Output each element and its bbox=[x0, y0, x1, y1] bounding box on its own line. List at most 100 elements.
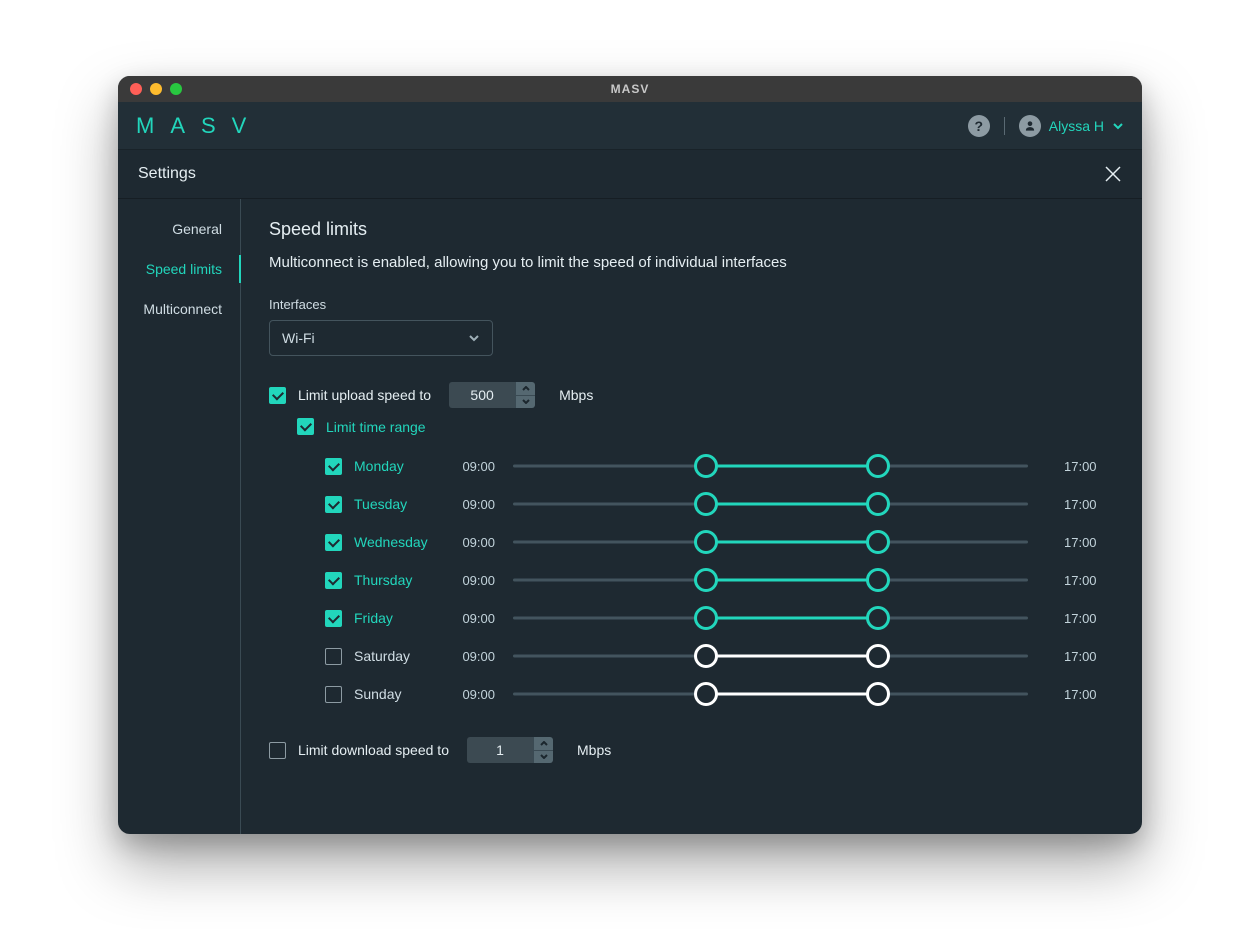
time-range-checkbox[interactable] bbox=[297, 418, 314, 435]
upload-limit-label: Limit upload speed to bbox=[298, 387, 431, 403]
pane-description: Multiconnect is enabled, allowing you to… bbox=[269, 254, 1114, 271]
slider-handle-end[interactable] bbox=[866, 644, 890, 668]
upload-speed-unit: Mbps bbox=[559, 387, 593, 403]
day-row-wednesday: Wednesday09:0017:00 bbox=[325, 523, 1114, 561]
day-start-time: 09:00 bbox=[445, 649, 495, 664]
upload-limit-row: Limit upload speed to Mbps bbox=[269, 382, 1114, 408]
settings-sidebar: GeneralSpeed limitsMulticonnect bbox=[118, 199, 241, 834]
sidebar-item-speed-limits[interactable]: Speed limits bbox=[118, 249, 240, 289]
day-time-slider[interactable] bbox=[513, 684, 1028, 704]
stepper-down-button[interactable] bbox=[515, 396, 535, 409]
slider-handle-start[interactable] bbox=[694, 606, 718, 630]
slider-handle-start[interactable] bbox=[694, 568, 718, 592]
slider-handle-end[interactable] bbox=[866, 568, 890, 592]
day-checkbox-monday[interactable] bbox=[325, 458, 342, 475]
pane-heading: Speed limits bbox=[269, 219, 1114, 240]
slider-handle-start[interactable] bbox=[694, 530, 718, 554]
settings-title: Settings bbox=[138, 165, 196, 183]
download-speed-unit: Mbps bbox=[577, 742, 611, 758]
fullscreen-window-button[interactable] bbox=[170, 83, 182, 95]
interfaces-label: Interfaces bbox=[269, 297, 1114, 312]
speed-limits-pane: Speed limits Multiconnect is enabled, al… bbox=[241, 199, 1142, 834]
divider bbox=[1004, 117, 1005, 135]
day-label: Saturday bbox=[354, 648, 410, 664]
day-start-time: 09:00 bbox=[445, 535, 495, 550]
day-toggle-sunday: Sunday bbox=[325, 686, 445, 703]
stepper-up-button[interactable] bbox=[515, 382, 535, 396]
minimize-window-button[interactable] bbox=[150, 83, 162, 95]
time-range-section: Limit time range Monday09:0017:00Tuesday… bbox=[269, 418, 1114, 713]
sidebar-item-general[interactable]: General bbox=[118, 209, 240, 249]
header-actions: ? Alyssa H bbox=[968, 115, 1124, 137]
day-time-slider[interactable] bbox=[513, 570, 1028, 590]
slider-handle-end[interactable] bbox=[866, 492, 890, 516]
download-limit-checkbox[interactable] bbox=[269, 742, 286, 759]
close-window-button[interactable] bbox=[130, 83, 142, 95]
help-icon[interactable]: ? bbox=[968, 115, 990, 137]
interfaces-select[interactable]: Wi-Fi bbox=[269, 320, 493, 356]
upload-speed-stepper bbox=[515, 382, 535, 408]
stepper-down-button[interactable] bbox=[533, 751, 553, 764]
slider-handle-end[interactable] bbox=[866, 454, 890, 478]
day-label: Sunday bbox=[354, 686, 401, 702]
day-toggle-tuesday: Tuesday bbox=[325, 496, 445, 513]
day-checkbox-wednesday[interactable] bbox=[325, 534, 342, 551]
day-row-monday: Monday09:0017:00 bbox=[325, 447, 1114, 485]
settings-body: GeneralSpeed limitsMulticonnect Speed li… bbox=[118, 199, 1142, 834]
app-window: MASV MASV ? Alyssa H Settings GeneralS bbox=[118, 76, 1142, 834]
interfaces-select-value: Wi-Fi bbox=[282, 330, 315, 346]
day-time-slider[interactable] bbox=[513, 532, 1028, 552]
day-label: Tuesday bbox=[354, 496, 407, 512]
day-checkbox-tuesday[interactable] bbox=[325, 496, 342, 513]
day-start-time: 09:00 bbox=[445, 573, 495, 588]
stepper-up-button[interactable] bbox=[533, 737, 553, 751]
user-menu[interactable]: Alyssa H bbox=[1019, 115, 1124, 137]
day-time-slider[interactable] bbox=[513, 494, 1028, 514]
upload-speed-input[interactable] bbox=[449, 382, 515, 408]
day-end-time: 17:00 bbox=[1064, 497, 1114, 512]
slider-handle-start[interactable] bbox=[694, 644, 718, 668]
day-row-saturday: Saturday 09:00 17:00 bbox=[325, 637, 1114, 675]
day-time-slider[interactable] bbox=[513, 608, 1028, 628]
settings-header: Settings bbox=[118, 150, 1142, 199]
day-checkbox-thursday[interactable] bbox=[325, 572, 342, 589]
day-row-tuesday: Tuesday09:0017:00 bbox=[325, 485, 1114, 523]
slider-handle-start[interactable] bbox=[694, 682, 718, 706]
day-end-time: 17:00 bbox=[1064, 687, 1114, 702]
time-range-label: Limit time range bbox=[326, 419, 426, 435]
day-checkbox-saturday[interactable] bbox=[325, 648, 342, 665]
day-checkbox-friday[interactable] bbox=[325, 610, 342, 627]
day-time-slider[interactable] bbox=[513, 646, 1028, 666]
chevron-down-icon bbox=[468, 332, 480, 344]
day-toggle-thursday: Thursday bbox=[325, 572, 445, 589]
close-icon[interactable] bbox=[1104, 165, 1122, 183]
app-logo: MASV bbox=[136, 113, 262, 139]
download-speed-stepper bbox=[533, 737, 553, 763]
day-label: Monday bbox=[354, 458, 404, 474]
day-start-time: 09:00 bbox=[445, 459, 495, 474]
slider-handle-start[interactable] bbox=[694, 492, 718, 516]
download-speed-field bbox=[467, 737, 553, 763]
time-range-row: Limit time range bbox=[297, 418, 1114, 435]
slider-handle-start[interactable] bbox=[694, 454, 718, 478]
days-list: Monday09:0017:00Tuesday09:0017:00Wednesd… bbox=[297, 447, 1114, 713]
download-speed-input[interactable] bbox=[467, 737, 533, 763]
chevron-down-icon bbox=[1112, 120, 1124, 132]
slider-handle-end[interactable] bbox=[866, 682, 890, 706]
day-end-time: 17:00 bbox=[1064, 649, 1114, 664]
day-row-sunday: Sunday09:0017:00 bbox=[325, 675, 1114, 713]
user-name: Alyssa H bbox=[1049, 118, 1104, 134]
upload-limit-checkbox[interactable] bbox=[269, 387, 286, 404]
slider-handle-end[interactable] bbox=[866, 530, 890, 554]
day-toggle-monday: Monday bbox=[325, 458, 445, 475]
day-end-time: 17:00 bbox=[1064, 611, 1114, 626]
day-checkbox-sunday[interactable] bbox=[325, 686, 342, 703]
day-end-time: 17:00 bbox=[1064, 573, 1114, 588]
day-label: Friday bbox=[354, 610, 393, 626]
slider-handle-end[interactable] bbox=[866, 606, 890, 630]
day-start-time: 09:00 bbox=[445, 611, 495, 626]
avatar-icon bbox=[1019, 115, 1041, 137]
sidebar-item-multiconnect[interactable]: Multiconnect bbox=[118, 289, 240, 329]
day-row-friday: Friday 09:00 17:00 bbox=[325, 599, 1114, 637]
day-time-slider[interactable] bbox=[513, 456, 1028, 476]
